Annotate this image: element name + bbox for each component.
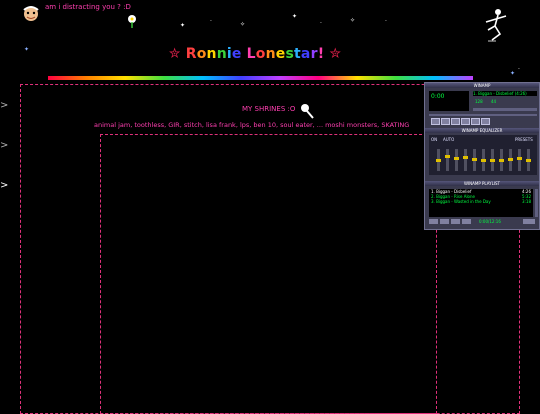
sparkle-icon: ·	[385, 18, 387, 25]
eq-band-slider[interactable]	[517, 149, 522, 171]
nav-arrow-1[interactable]: >	[0, 100, 8, 111]
eq-band-knob[interactable]	[445, 154, 450, 158]
title-letter: n	[206, 46, 217, 62]
eq-band-slider[interactable]	[481, 149, 486, 171]
eq-band-knob[interactable]	[481, 158, 486, 162]
eq-band-slider[interactable]	[463, 149, 468, 171]
eq-band-knob[interactable]	[526, 158, 531, 162]
winamp-time: 0:00	[431, 93, 445, 100]
equalizer: ON AUTO PRESETS	[429, 135, 537, 175]
shrines-heading: MY SHRINES :O	[242, 105, 296, 113]
title-letter: R	[185, 46, 197, 62]
playlist-item-title: 3. Biggan - Wasted in the Day	[431, 199, 491, 204]
playlist-scrollbar[interactable]	[535, 189, 538, 217]
eq-band-knob[interactable]	[517, 156, 522, 160]
next-button[interactable]	[471, 118, 480, 125]
title-letter: o	[255, 46, 266, 62]
stop-button[interactable]	[461, 118, 470, 125]
eq-band-knob[interactable]	[508, 157, 513, 161]
title-letter: n	[216, 46, 227, 62]
winamp-seek-bar[interactable]	[429, 114, 537, 116]
title-letter: n	[265, 46, 276, 62]
star-icon: ✮	[168, 46, 181, 62]
sparkle-icon: ✦	[180, 22, 186, 29]
title-letter: e	[275, 46, 286, 62]
eq-band-slider[interactable]	[436, 149, 441, 171]
title-letter: r	[310, 46, 318, 62]
sparkle-icon: ✧	[350, 17, 356, 24]
avatar	[20, 4, 42, 24]
playlist-add-button[interactable]	[429, 219, 438, 224]
playlist-list-button[interactable]	[523, 219, 535, 224]
title-letter: L	[246, 46, 256, 62]
eq-band-slider[interactable]	[526, 149, 531, 171]
playlist-item[interactable]: 3. Biggan - Wasted in the Day 3:18	[429, 199, 533, 204]
title-letter: t	[294, 46, 301, 62]
distract-text: am i distracting you ? :D	[45, 3, 131, 11]
sparkle-icon: ✧	[240, 21, 246, 28]
playlist-item-time: 3:18	[522, 199, 531, 204]
playlist-titlebar[interactable]: WINAMP PLAYLIST	[425, 181, 539, 186]
sparkle-icon: ·	[518, 66, 520, 73]
eq-band-knob[interactable]	[472, 157, 477, 161]
page-title: ✮ Ronnie Lonestar! ✮	[0, 46, 510, 62]
title-letter: o	[196, 46, 207, 62]
eq-band-knob[interactable]	[436, 158, 441, 162]
flower-icon	[126, 13, 138, 32]
eq-band-slider[interactable]	[472, 149, 477, 171]
winamp-song-scroll: 1. Biggan - Disbelief (4:26)	[473, 91, 537, 96]
eq-titlebar[interactable]: WINAMP EQUALIZER	[425, 128, 539, 133]
rainbow-divider	[48, 76, 473, 80]
eject-button[interactable]	[481, 118, 490, 125]
title-letter: a	[300, 46, 311, 62]
skater-icon	[480, 8, 510, 46]
eq-auto-button[interactable]: AUTO	[443, 137, 454, 142]
title-letter: !	[317, 46, 325, 62]
eq-presets-button[interactable]: PRESETS	[515, 137, 533, 142]
eq-band-slider[interactable]	[508, 149, 513, 171]
title-letter: s	[285, 46, 295, 62]
playlist: 1. Biggan - Disbelief 4:26 2. Biggan - Ris…	[429, 189, 533, 217]
winamp-titlebar[interactable]: WINAMP	[425, 83, 539, 88]
eq-band-knob[interactable]	[499, 158, 504, 162]
eq-band-knob[interactable]	[490, 159, 495, 163]
eq-band-knob[interactable]	[463, 155, 468, 159]
playlist-buttons	[429, 219, 471, 224]
content-frame-inner	[100, 134, 437, 414]
site-title: Ronnie Lonestar!	[186, 46, 325, 62]
sparkle-icon: ·	[320, 20, 322, 27]
playlist-misc-button[interactable]	[462, 219, 471, 224]
sparkle-icon: ✦	[292, 13, 298, 20]
shrines-link-list[interactable]: animal jam, toothless, GIR, stitch, lisa…	[94, 121, 409, 129]
nav-arrow-2[interactable]: >	[0, 140, 8, 151]
sparkle-icon: ·	[210, 18, 212, 25]
sparkle-icon: ✦	[510, 70, 516, 77]
eq-on-button[interactable]: ON	[431, 137, 437, 142]
eq-band-slider[interactable]	[499, 149, 504, 171]
eq-band-slider[interactable]	[445, 149, 450, 171]
prev-button[interactable]	[431, 118, 440, 125]
playlist-sel-button[interactable]	[451, 219, 460, 224]
star-icon: ✮	[329, 46, 342, 62]
winamp-controls	[431, 118, 490, 125]
eq-band-slider[interactable]	[490, 149, 495, 171]
playlist-rem-button[interactable]	[440, 219, 449, 224]
eq-band-slider[interactable]	[454, 149, 459, 171]
nav-arrow-3[interactable]: >	[0, 180, 8, 191]
title-letter: e	[231, 46, 242, 62]
winamp-khz: 44	[491, 99, 497, 104]
winamp-kbps: 128	[475, 99, 483, 104]
winamp-volume-slider[interactable]	[473, 108, 537, 111]
eq-band-knob[interactable]	[454, 156, 459, 160]
play-button[interactable]	[441, 118, 450, 125]
winamp-player[interactable]: WINAMP 0:00 1. Biggan - Disbelief (4:26)…	[424, 82, 540, 230]
pause-button[interactable]	[451, 118, 460, 125]
playlist-time: 0:00/12:16	[479, 219, 501, 224]
